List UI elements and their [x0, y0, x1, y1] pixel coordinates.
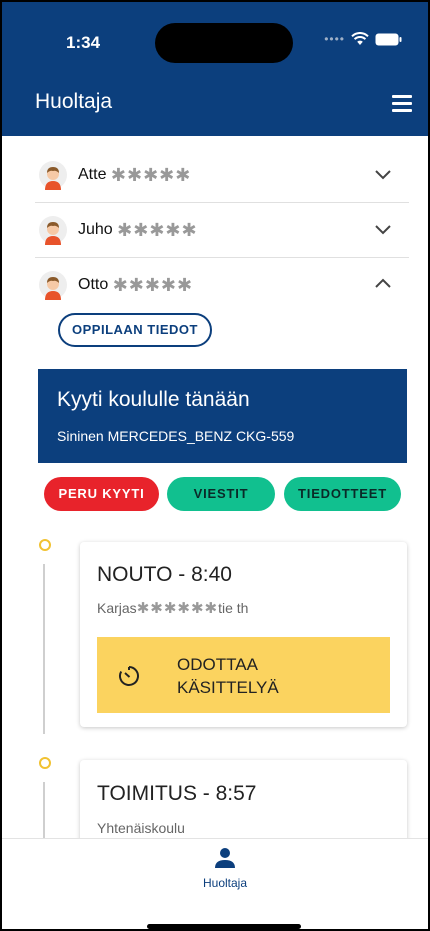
- nav-item-huoltaja[interactable]: Huoltaja: [190, 847, 260, 890]
- masked-surname: ✱✱✱✱✱: [117, 219, 198, 240]
- pickup-address: Karjas✱✱✱✱✱✱tie th: [97, 599, 248, 617]
- student-first-name: Otto: [78, 276, 109, 293]
- timeline-dot: [39, 757, 51, 769]
- page-title: Huoltaja: [35, 90, 113, 113]
- battery-icon: [375, 33, 402, 46]
- student-avatar-icon: [38, 215, 68, 245]
- ride-vehicle: Sininen MERCEDES_BENZ CKG-559: [57, 428, 295, 444]
- masked-surname: ✱✱✱✱✱: [112, 274, 194, 295]
- student-row-juho[interactable]: Juho ✱✱✱✱✱: [35, 203, 409, 258]
- bottom-nav: Huoltaja: [2, 838, 428, 929]
- app-screen: 1:34 •••• Huoltaja Atte ✱✱✱✱✱ Juho ✱✱✱✱✱…: [0, 0, 430, 931]
- person-icon: [215, 848, 235, 868]
- timeline-dot: [39, 539, 51, 551]
- status-icons: ••••: [324, 32, 402, 46]
- dynamic-island: [155, 23, 293, 63]
- pickup-card[interactable]: NOUTO - 8:40 Karjas✱✱✱✱✱✱tie th ODOTTAA …: [80, 542, 407, 727]
- signal-icon: ••••: [324, 32, 345, 46]
- dropoff-title: TOIMITUS - 8:57: [97, 782, 257, 805]
- masked-surname: ✱✱✱✱✱: [110, 164, 192, 185]
- chevron-down-icon[interactable]: [373, 219, 393, 239]
- dropoff-address: Yhtenäiskoulu: [97, 820, 185, 836]
- pickup-title: NOUTO - 8:40: [97, 563, 232, 586]
- student-avatar-icon: [38, 270, 68, 300]
- timeline-line: [43, 782, 45, 842]
- student-list: Atte ✱✱✱✱✱ Juho ✱✱✱✱✱ Otto ✱✱✱✱✱: [35, 148, 409, 312]
- app-header: 1:34 •••• Huoltaja: [2, 2, 428, 136]
- nav-label: Huoltaja: [202, 876, 248, 890]
- ride-title: Kyyti koululle tänään: [57, 388, 250, 411]
- home-indicator[interactable]: [147, 924, 301, 929]
- student-info-button[interactable]: OPPILAAN TIEDOT: [58, 313, 212, 347]
- student-first-name: Juho: [78, 221, 113, 238]
- student-row-atte[interactable]: Atte ✱✱✱✱✱: [35, 148, 409, 203]
- address-suffix: tie th: [218, 600, 249, 616]
- status-time: 1:34: [66, 33, 101, 52]
- wifi-icon: [351, 32, 369, 46]
- cancel-ride-button[interactable]: PERU KYYTI: [44, 477, 159, 511]
- masked-address: ✱✱✱✱✱✱: [136, 600, 219, 617]
- status-pending-box: ODOTTAA KÄSITTELYÄ: [97, 637, 390, 713]
- timer-icon: [119, 666, 139, 686]
- chevron-down-icon[interactable]: [373, 164, 393, 184]
- notices-button[interactable]: TIEDOTTEET: [284, 477, 401, 511]
- ride-actions: PERU KYYTI VIESTIT TIEDOTTEET: [44, 477, 404, 513]
- student-first-name: Atte: [78, 166, 107, 183]
- ride-banner: Kyyti koululle tänään Sininen MERCEDES_B…: [38, 369, 407, 463]
- chevron-up-icon[interactable]: [373, 274, 393, 294]
- hamburger-menu-icon[interactable]: [392, 95, 412, 112]
- messages-button[interactable]: VIESTIT: [167, 477, 275, 511]
- status-text: ODOTTAA KÄSITTELYÄ: [177, 655, 279, 697]
- timeline-line: [43, 564, 45, 734]
- student-row-otto[interactable]: Otto ✱✱✱✱✱: [35, 258, 409, 312]
- address-prefix: Karjas: [97, 600, 137, 616]
- student-avatar-icon: [38, 160, 68, 190]
